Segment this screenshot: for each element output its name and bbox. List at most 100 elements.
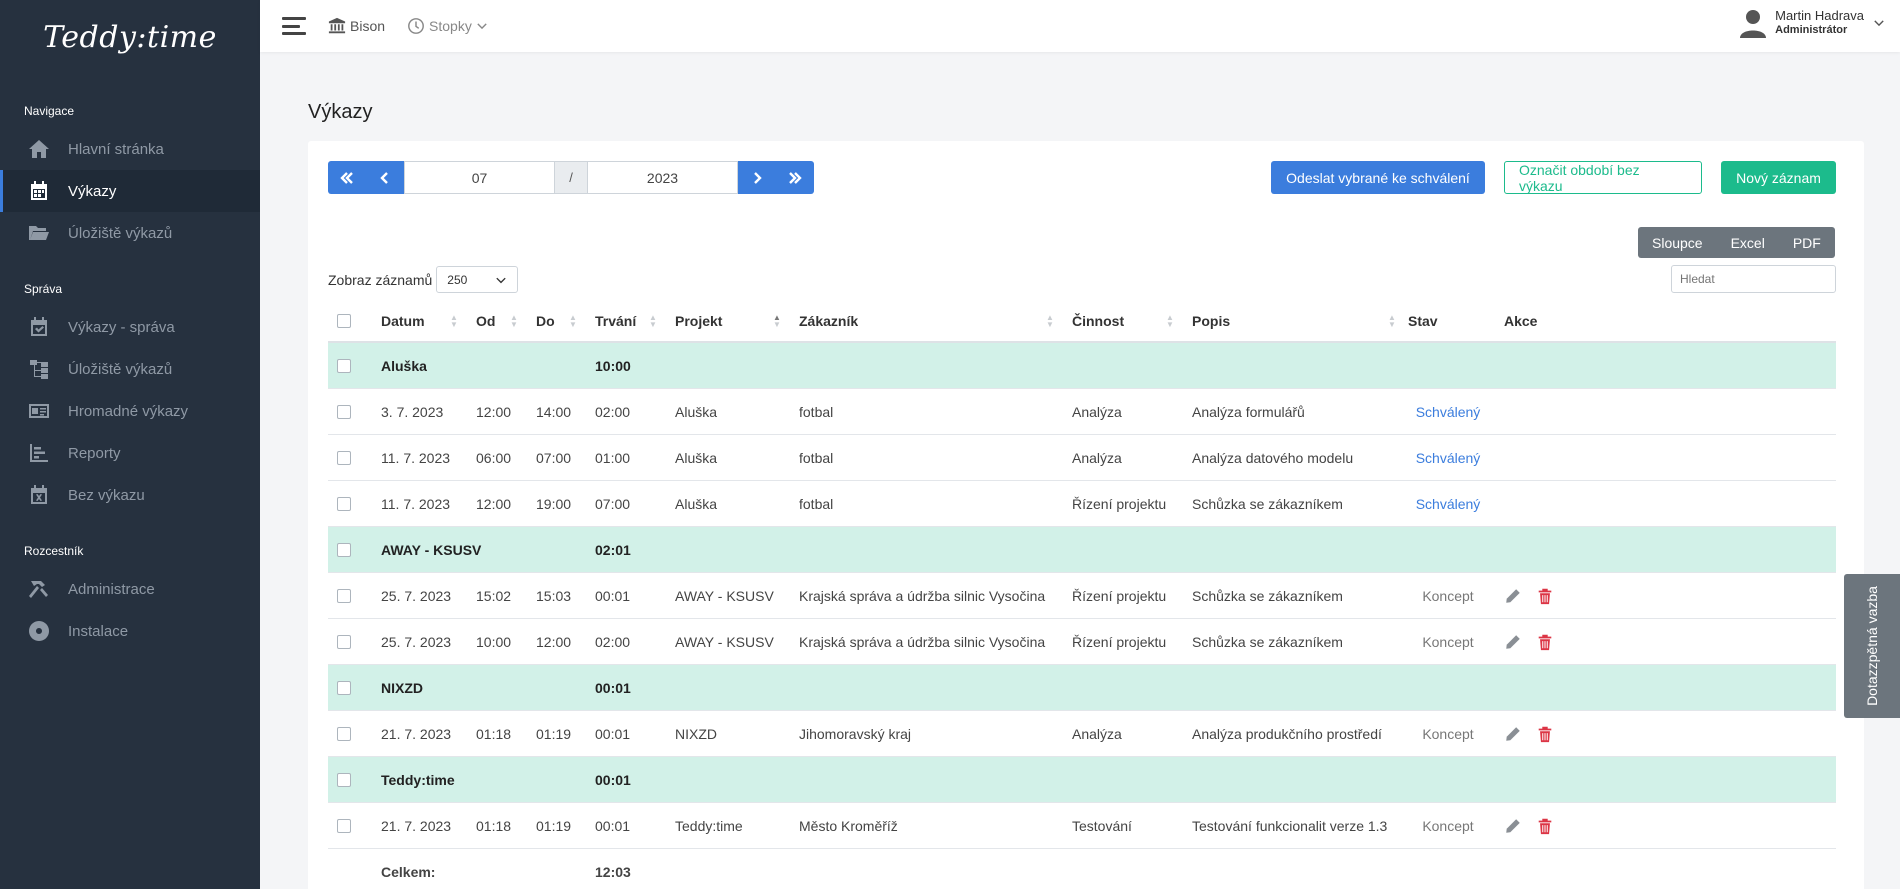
new-record-button[interactable]: Nový záznam: [1721, 161, 1836, 194]
row-checkbox-cell: [337, 665, 351, 710]
row-actions: [1504, 573, 1554, 618]
row-checkbox[interactable]: [337, 588, 351, 603]
sort-icon[interactable]: ▲ ▼: [1166, 301, 1174, 341]
trash-icon[interactable]: [1536, 725, 1554, 743]
page-size-select[interactable]: 250: [436, 266, 519, 293]
trash-icon[interactable]: [1536, 633, 1554, 651]
sidebar-item[interactable]: Úložiště výkazů: [0, 348, 260, 390]
from-cell: 12:00: [476, 495, 512, 512]
last-period-button[interactable]: [776, 161, 814, 194]
row-checkbox[interactable]: [337, 404, 351, 419]
excel-export-button[interactable]: Excel: [1717, 227, 1779, 258]
feedback-tab-label: Dotazzpětná vazba: [1864, 586, 1881, 706]
sidebar-item[interactable]: Bez výkazu: [0, 474, 260, 516]
folder-open-icon: [28, 222, 50, 244]
sidebar-item[interactable]: Hlavní stránka: [0, 128, 260, 170]
columns-button[interactable]: Sloupce: [1638, 227, 1717, 258]
sort-icon[interactable]: ▲ ▼: [569, 301, 577, 341]
activity-cell: Řízení projektu: [1072, 495, 1167, 512]
project-cell: Aluška: [675, 495, 718, 512]
date-cell: 3. 7. 2023: [381, 403, 444, 420]
status-cell[interactable]: Schválený: [1378, 481, 1518, 526]
trash-icon[interactable]: [1536, 817, 1554, 835]
row-checkbox[interactable]: [337, 450, 351, 465]
duration-cell: 00:01: [595, 587, 631, 604]
sidebar-item[interactable]: Reporty: [0, 432, 260, 474]
row-checkbox[interactable]: [337, 634, 351, 649]
row-checkbox[interactable]: [337, 680, 351, 695]
from-cell: 15:02: [476, 587, 512, 604]
sort-icon[interactable]: ▲ ▼: [1046, 301, 1054, 341]
menu-toggle-icon[interactable]: [282, 17, 306, 35]
prev-period-button[interactable]: [366, 161, 404, 194]
sidebar-item-label: Výkazy: [68, 182, 117, 200]
chevron-down-icon: [477, 23, 487, 30]
sidebar-item[interactable]: Výkazy: [0, 170, 260, 212]
sidebar-item[interactable]: Instalace: [0, 610, 260, 652]
reports-table: Datum ▲ ▼ Od ▲ ▼ Do ▲ ▼ Trvání ▲ ▼ Projekt ▲ ▼ Zákazník…: [328, 301, 1836, 889]
sort-icon[interactable]: ▲ ▼: [450, 301, 458, 341]
period-separator: /: [555, 161, 587, 194]
sidebar-item[interactable]: Úložiště výkazů: [0, 212, 260, 254]
org-switcher[interactable]: Bison: [328, 17, 385, 35]
to-cell: 01:19: [536, 725, 572, 742]
duration-cell: 00:01: [595, 817, 631, 834]
sidebar-item[interactable]: Výkazy - správa: [0, 306, 260, 348]
row-checkbox-cell: [337, 343, 351, 388]
year-input[interactable]: [587, 161, 738, 194]
sort-icon[interactable]: ▲ ▼: [649, 301, 657, 341]
row-checkbox[interactable]: [337, 772, 351, 787]
select-all-checkbox[interactable]: [337, 314, 351, 328]
row-checkbox[interactable]: [337, 542, 351, 557]
next-period-button[interactable]: [738, 161, 776, 194]
activity-cell: Řízení projektu: [1072, 633, 1167, 650]
pdf-export-button[interactable]: PDF: [1779, 227, 1835, 258]
double-chevron-left-icon: [340, 171, 353, 184]
sidebar-item-label: Úložiště výkazů: [68, 360, 173, 378]
sidebar-item[interactable]: Hromadné výkazy: [0, 390, 260, 432]
customer-cell: Krajská správa a údržba silnic Vysočina: [799, 633, 1046, 650]
search-input[interactable]: [1671, 265, 1836, 293]
sort-icon[interactable]: ▲ ▼: [510, 301, 518, 341]
app-logo[interactable]: Teddy:time: [0, 0, 260, 74]
to-cell: 07:00: [536, 449, 572, 466]
first-period-button[interactable]: [328, 161, 366, 194]
sort-icon[interactable]: ▲ ▼: [1388, 301, 1396, 341]
month-input[interactable]: [404, 161, 555, 194]
date-cell: 11. 7. 2023: [381, 449, 451, 466]
sort-icon[interactable]: ▲ ▼: [773, 301, 781, 341]
table-row: 11. 7. 2023 12:00 19:00 07:00 Aluška fotbal Ří…: [328, 481, 1836, 527]
row-checkbox[interactable]: [337, 818, 351, 833]
feedback-tab[interactable]: Dotazzpětná vazba: [1844, 574, 1900, 718]
row-checkbox-cell: [337, 711, 351, 756]
sidebar-item[interactable]: Administrace: [0, 568, 260, 610]
row-checkbox[interactable]: [337, 726, 351, 741]
edit-pencil-icon[interactable]: [1504, 725, 1522, 743]
to-cell: 12:00: [536, 633, 572, 650]
calendar-icon: [28, 180, 50, 202]
row-checkbox-cell: [337, 619, 351, 664]
stopwatch-dropdown[interactable]: Stopky: [407, 17, 493, 35]
group-project-name: Aluška: [381, 357, 427, 374]
user-name: Martin Hadrava: [1775, 8, 1864, 23]
customer-cell: Město Kroměříž: [799, 817, 898, 834]
mark-period-without-report-button[interactable]: Označit období bez výkazu: [1504, 161, 1702, 194]
row-checkbox[interactable]: [337, 358, 351, 373]
header-activity: Činnost: [1072, 313, 1125, 329]
trash-icon[interactable]: [1536, 587, 1554, 605]
chevron-left-icon: [380, 171, 388, 184]
description-cell: Analýza formulářů: [1192, 403, 1305, 420]
send-for-approval-button[interactable]: Odeslat vybrané ke schválení: [1271, 161, 1485, 194]
edit-pencil-icon[interactable]: [1504, 587, 1522, 605]
chevron-down-icon: [1874, 20, 1884, 27]
description-cell: Schůzka se zákazníkem: [1192, 587, 1343, 604]
status-cell[interactable]: Schválený: [1378, 389, 1518, 434]
table-row: 11. 7. 2023 06:00 07:00 01:00 Aluška fotbal An…: [328, 435, 1836, 481]
status-cell[interactable]: Schválený: [1378, 435, 1518, 480]
edit-pencil-icon[interactable]: [1504, 633, 1522, 651]
from-cell: 10:00: [476, 633, 512, 650]
page-size-label: Zobraz záznamů: [328, 271, 433, 288]
user-menu[interactable]: Martin Hadrava Administrátor: [1739, 8, 1886, 38]
row-checkbox[interactable]: [337, 496, 351, 511]
edit-pencil-icon[interactable]: [1504, 817, 1522, 835]
